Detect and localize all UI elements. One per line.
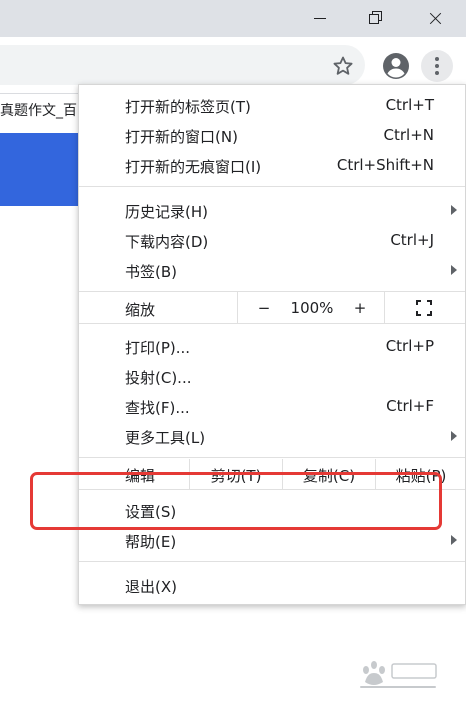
menu-item-shortcut: Ctrl+N bbox=[383, 126, 434, 144]
menu-item-label: 下载内容(D) bbox=[125, 233, 209, 251]
menu-item-new-incognito-window[interactable]: 打开新的无痕窗口(I) Ctrl+Shift+N bbox=[79, 150, 465, 180]
zoom-level: 100% bbox=[290, 299, 334, 317]
menu-item-label: 查找(F)... bbox=[125, 399, 190, 417]
menu-item-label: 打开新的窗口(N) bbox=[125, 128, 238, 146]
menu-item-bookmarks[interactable]: 书签(B) bbox=[79, 255, 465, 285]
zoom-divider bbox=[237, 292, 238, 323]
menu-item-label: 打开新的标签页(T) bbox=[125, 98, 251, 116]
menu-item-label: 退出(X) bbox=[125, 578, 177, 596]
title-bar bbox=[0, 0, 466, 37]
kebab-menu-icon[interactable] bbox=[421, 50, 453, 82]
menu-separator bbox=[79, 323, 465, 324]
menu-item-exit[interactable]: 退出(X) bbox=[79, 570, 465, 600]
highlight-annotation bbox=[30, 472, 442, 530]
menu-separator bbox=[79, 561, 465, 562]
submenu-arrow-icon bbox=[451, 431, 457, 441]
menu-item-label: 打印(P)... bbox=[125, 339, 191, 357]
star-icon[interactable] bbox=[331, 54, 355, 78]
menu-item-label: 更多工具(L) bbox=[125, 429, 206, 447]
menu-item-downloads[interactable]: 下载内容(D) Ctrl+J bbox=[79, 225, 465, 255]
menu-item-label: 书签(B) bbox=[125, 263, 177, 281]
zoom-divider bbox=[384, 292, 385, 323]
menu-separator bbox=[79, 186, 465, 187]
zoom-out-button[interactable]: − bbox=[254, 299, 274, 317]
zoom-label: 缩放 bbox=[125, 301, 156, 319]
menu-item-new-window[interactable]: 打开新的窗口(N) Ctrl+N bbox=[79, 120, 465, 150]
menu-item-label: 投射(C)... bbox=[125, 369, 192, 387]
maximize-icon[interactable] bbox=[353, 0, 399, 37]
menu-item-shortcut: Ctrl+F bbox=[386, 397, 434, 415]
fullscreen-icon[interactable] bbox=[416, 300, 432, 316]
menu-item-label: 帮助(E) bbox=[125, 533, 177, 551]
close-icon[interactable] bbox=[412, 0, 458, 37]
address-bar[interactable] bbox=[0, 45, 365, 85]
page-tab-text: 真题作文_百 bbox=[0, 103, 77, 119]
page-banner bbox=[0, 133, 78, 206]
menu-item-shortcut: Ctrl+P bbox=[385, 337, 434, 355]
submenu-arrow-icon bbox=[451, 205, 457, 215]
baidu-watermark-logo bbox=[360, 661, 437, 688]
menu-item-label: 打开新的无痕窗口(I) bbox=[125, 158, 262, 176]
menu-separator bbox=[79, 457, 465, 458]
menu-item-history[interactable]: 历史记录(H) bbox=[79, 195, 465, 225]
menu-item-shortcut: Ctrl+Shift+N bbox=[336, 156, 434, 174]
submenu-arrow-icon bbox=[451, 535, 457, 545]
menu-item-label: 历史记录(H) bbox=[125, 203, 208, 221]
menu-item-new-tab[interactable]: 打开新的标签页(T) Ctrl+T bbox=[79, 90, 465, 120]
menu-zoom-row: 缩放 − 100% + bbox=[79, 292, 465, 323]
submenu-arrow-icon bbox=[451, 265, 457, 275]
zoom-in-button[interactable]: + bbox=[350, 299, 370, 317]
profile-icon[interactable] bbox=[382, 52, 410, 80]
menu-item-shortcut: Ctrl+J bbox=[390, 231, 434, 249]
menu-item-more-tools[interactable]: 更多工具(L) bbox=[79, 421, 465, 451]
menu-item-shortcut: Ctrl+T bbox=[385, 96, 434, 114]
menu-item-print[interactable]: 打印(P)... Ctrl+P bbox=[79, 331, 465, 361]
menu-item-cast[interactable]: 投射(C)... bbox=[79, 361, 465, 391]
menu-item-find[interactable]: 查找(F)... Ctrl+F bbox=[79, 391, 465, 421]
minimize-icon[interactable] bbox=[297, 0, 343, 37]
